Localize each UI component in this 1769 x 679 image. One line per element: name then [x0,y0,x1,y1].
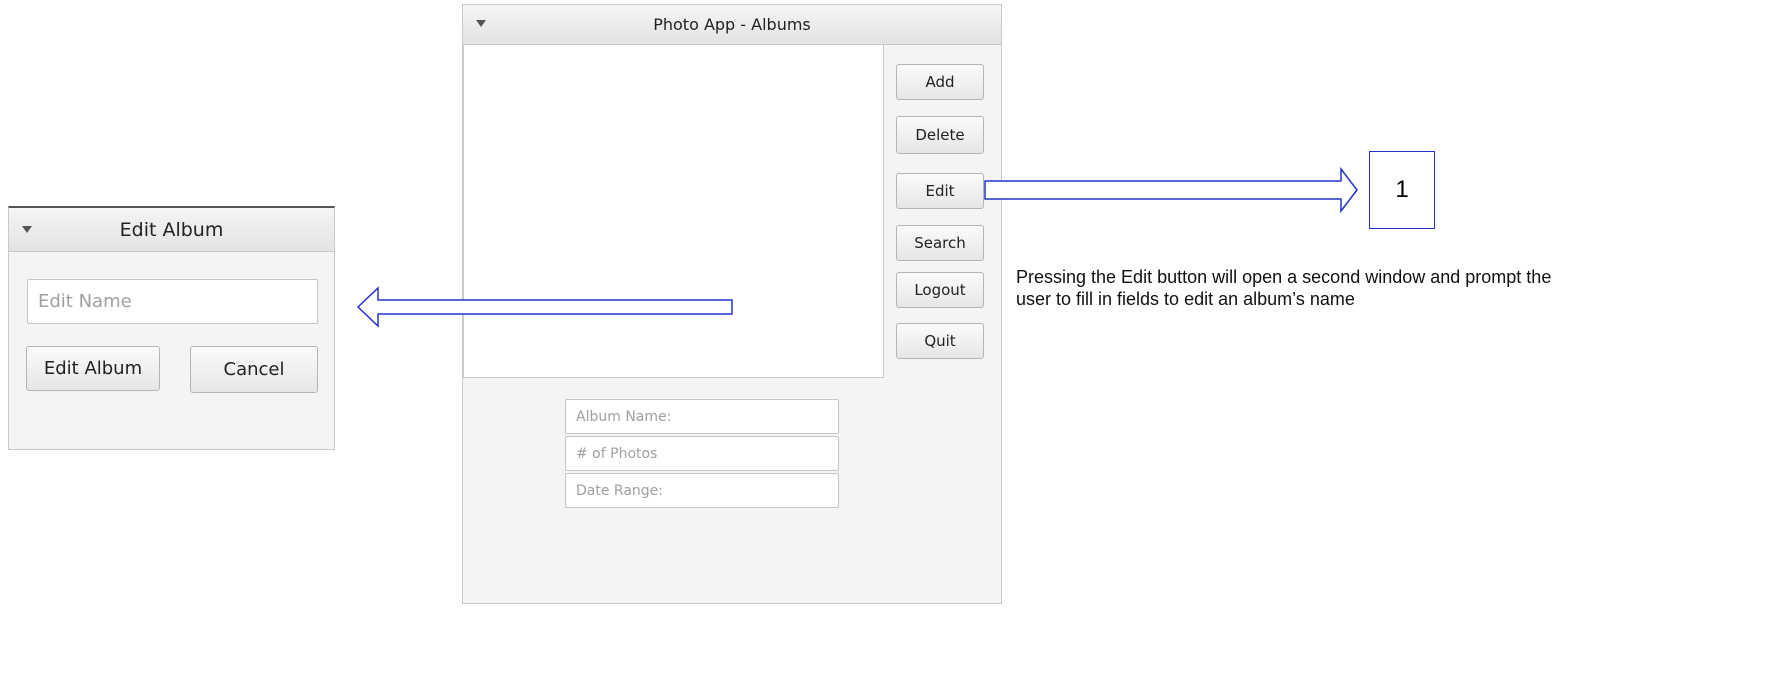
right-arrow-icon [356,166,1358,328]
annotation-description: Pressing the Edit button will open a sec… [1016,267,1552,309]
step-number-box: 1 [1369,151,1435,229]
